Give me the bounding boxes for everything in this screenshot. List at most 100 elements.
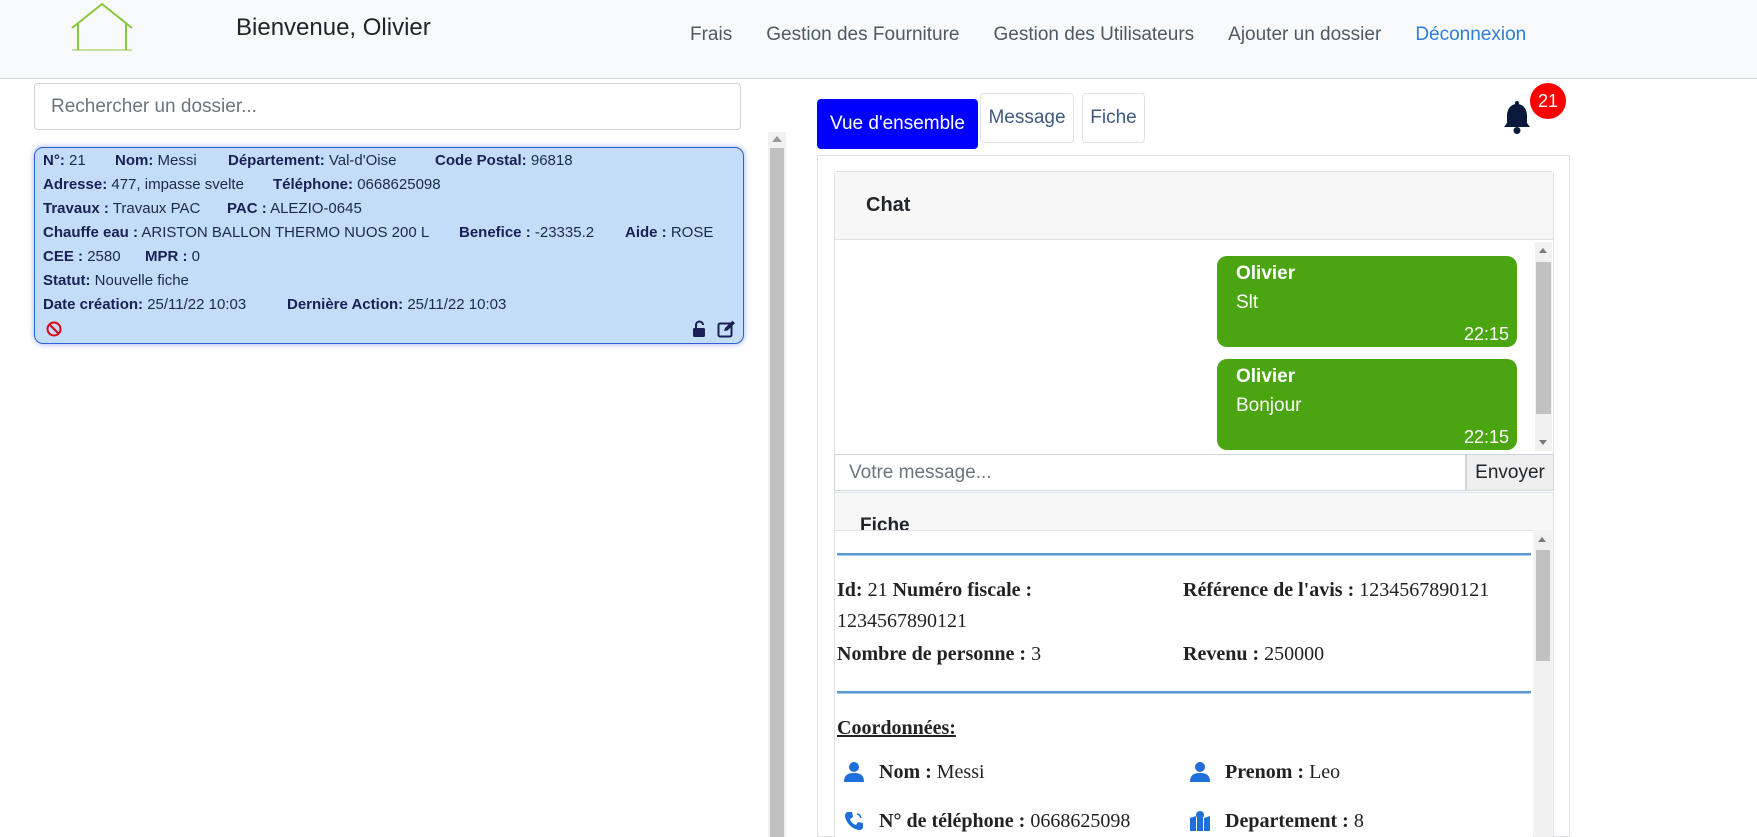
divider <box>837 553 1531 556</box>
logout-link[interactable]: Déconnexion <box>1415 24 1526 46</box>
aide-value: ROSE <box>670 224 714 241</box>
coord-nom-label: Nom : <box>879 761 932 783</box>
coord-tel-label: N° de téléphone : <box>879 810 1026 832</box>
fiche-scrollbar[interactable] <box>1534 530 1552 837</box>
coord-departement-label: Departement : <box>1225 810 1349 832</box>
id-value: 21 <box>867 579 888 601</box>
reference-label: Référence de l'avis : <box>1183 579 1355 601</box>
code-postal-label: Code Postal: <box>435 152 527 169</box>
nav-links: Frais Gestion des Fourniture Gestion des… <box>690 24 1526 46</box>
edit-icon[interactable] <box>717 320 736 338</box>
date-creation-value: 25/11/22 10:03 <box>147 296 247 313</box>
message-time: 22:15 <box>1463 324 1509 344</box>
scrollbar-thumb[interactable] <box>1536 262 1551 414</box>
derniere-action-value: 25/11/22 10:03 <box>407 296 507 313</box>
message-text: Bonjour <box>1236 395 1302 416</box>
telephone-value: 0668625098 <box>357 176 441 193</box>
scrollbar-thumb[interactable] <box>770 148 784 837</box>
departement-label: Département: <box>228 152 325 169</box>
statut-value: Nouvelle fiche <box>94 272 189 289</box>
send-button[interactable]: Envoyer <box>1466 454 1554 491</box>
coord-departement-value: 8 <box>1353 810 1364 832</box>
fiscal-value: 1234567890121 <box>837 610 967 632</box>
num-value: 21 <box>69 152 86 169</box>
adresse-value: 477, impasse svelte <box>111 176 244 193</box>
chat-message: Olivier Bonjour 22:15 <box>1217 359 1517 450</box>
coord-tel-value: 0668625098 <box>1030 810 1131 832</box>
message-time: 22:15 <box>1463 427 1509 447</box>
nom-value: Messi <box>157 152 197 169</box>
telephone-label: Téléphone: <box>273 176 354 193</box>
pac-label: PAC : <box>227 200 267 217</box>
map-marker-icon <box>1190 811 1210 831</box>
personnes-label: Nombre de personne : <box>837 643 1027 665</box>
scroll-up-icon[interactable] <box>772 136 782 142</box>
coord-prenom-value: Leo <box>1309 761 1341 783</box>
benefice-value: -23335.2 <box>534 224 595 241</box>
divider <box>837 691 1531 694</box>
id-label: Id: <box>837 579 863 601</box>
coord-nom-value: Messi <box>936 761 985 783</box>
scrollbar-thumb[interactable] <box>1536 550 1550 661</box>
chat-scrollbar[interactable] <box>1535 242 1552 451</box>
tab-message[interactable]: Message <box>980 93 1074 143</box>
welcome-title: Bienvenue, Olivier <box>236 14 431 41</box>
cee-value: 2580 <box>87 248 121 265</box>
message-input[interactable] <box>834 454 1466 491</box>
revenu-label: Revenu : <box>1183 643 1260 665</box>
departement-value: Val-d'Oise <box>328 152 397 169</box>
chauffe-eau-value: ARISTON BALLON THERMO NUOS 200 L <box>141 224 430 241</box>
message-text: Slt <box>1236 292 1259 313</box>
message-author: Olivier <box>1236 263 1296 284</box>
scroll-up-icon[interactable] <box>1538 537 1546 542</box>
phone-icon <box>845 812 863 830</box>
left-scrollbar[interactable] <box>768 132 786 837</box>
date-creation-label: Date création: <box>43 296 144 313</box>
chauffe-eau-label: Chauffe eau : <box>43 224 139 241</box>
search-input[interactable] <box>34 83 741 130</box>
scroll-down-icon[interactable] <box>1539 440 1547 445</box>
pac-value: ALEZIO-0645 <box>270 200 362 217</box>
travaux-label: Travaux : <box>43 200 109 217</box>
chat-message: Olivier Slt 22:15 <box>1217 256 1517 347</box>
revenu-value: 250000 <box>1264 643 1325 665</box>
fiche-body: Id: 21 Numéro fiscale : 1234567890121 Ré… <box>835 530 1533 837</box>
nom-label: Nom: <box>115 152 154 169</box>
bell-icon[interactable] <box>1500 101 1534 135</box>
chat-card: Chat Olivier Slt 22:15 Olivier Bonjour 2… <box>834 171 1554 491</box>
adresse-label: Adresse: <box>43 176 108 193</box>
tab-vue-ensemble[interactable]: Vue d'ensemble <box>817 99 978 149</box>
nav-link-fournitures[interactable]: Gestion des Fourniture <box>766 24 959 46</box>
reference-value: 1234567890121 <box>1359 579 1490 601</box>
code-postal-value: 96818 <box>530 152 573 169</box>
aide-label: Aide : <box>625 224 667 241</box>
fiscal-label: Numéro fiscale : <box>892 579 1033 601</box>
unlock-icon[interactable] <box>690 320 708 338</box>
chat-header: Chat <box>835 172 1553 240</box>
ban-icon[interactable] <box>45 320 63 338</box>
card-actions <box>45 320 735 340</box>
user-icon <box>844 762 864 782</box>
statut-label: Statut: <box>43 272 91 289</box>
house-logo-icon[interactable] <box>70 2 134 52</box>
coord-prenom-label: Prenom : <box>1225 761 1305 783</box>
travaux-value: Travaux PAC <box>112 200 201 217</box>
derniere-action-label: Dernière Action: <box>287 296 404 313</box>
mpr-label: MPR : <box>145 248 188 265</box>
personnes-value: 3 <box>1031 643 1042 665</box>
benefice-label: Benefice : <box>459 224 531 241</box>
coordonnees-title: Coordonnées: <box>837 717 956 739</box>
mpr-value: 0 <box>191 248 201 265</box>
cee-label: CEE : <box>43 248 84 265</box>
chat-title: Chat <box>866 194 911 216</box>
nav-link-ajouter-dossier[interactable]: Ajouter un dossier <box>1228 24 1381 46</box>
scroll-up-icon[interactable] <box>1539 248 1547 253</box>
top-navbar: Bienvenue, Olivier Frais Gestion des Fou… <box>0 0 1757 79</box>
dossier-card[interactable]: N°: 21 Nom: Messi Département: Val-d'Ois… <box>34 147 744 344</box>
message-author: Olivier <box>1236 366 1296 387</box>
notification-badge: 21 <box>1530 83 1566 119</box>
nav-link-utilisateurs[interactable]: Gestion des Utilisateurs <box>994 24 1195 46</box>
nav-link-frais[interactable]: Frais <box>690 24 732 46</box>
tab-fiche[interactable]: Fiche <box>1082 93 1145 143</box>
num-label: N°: <box>43 152 65 169</box>
